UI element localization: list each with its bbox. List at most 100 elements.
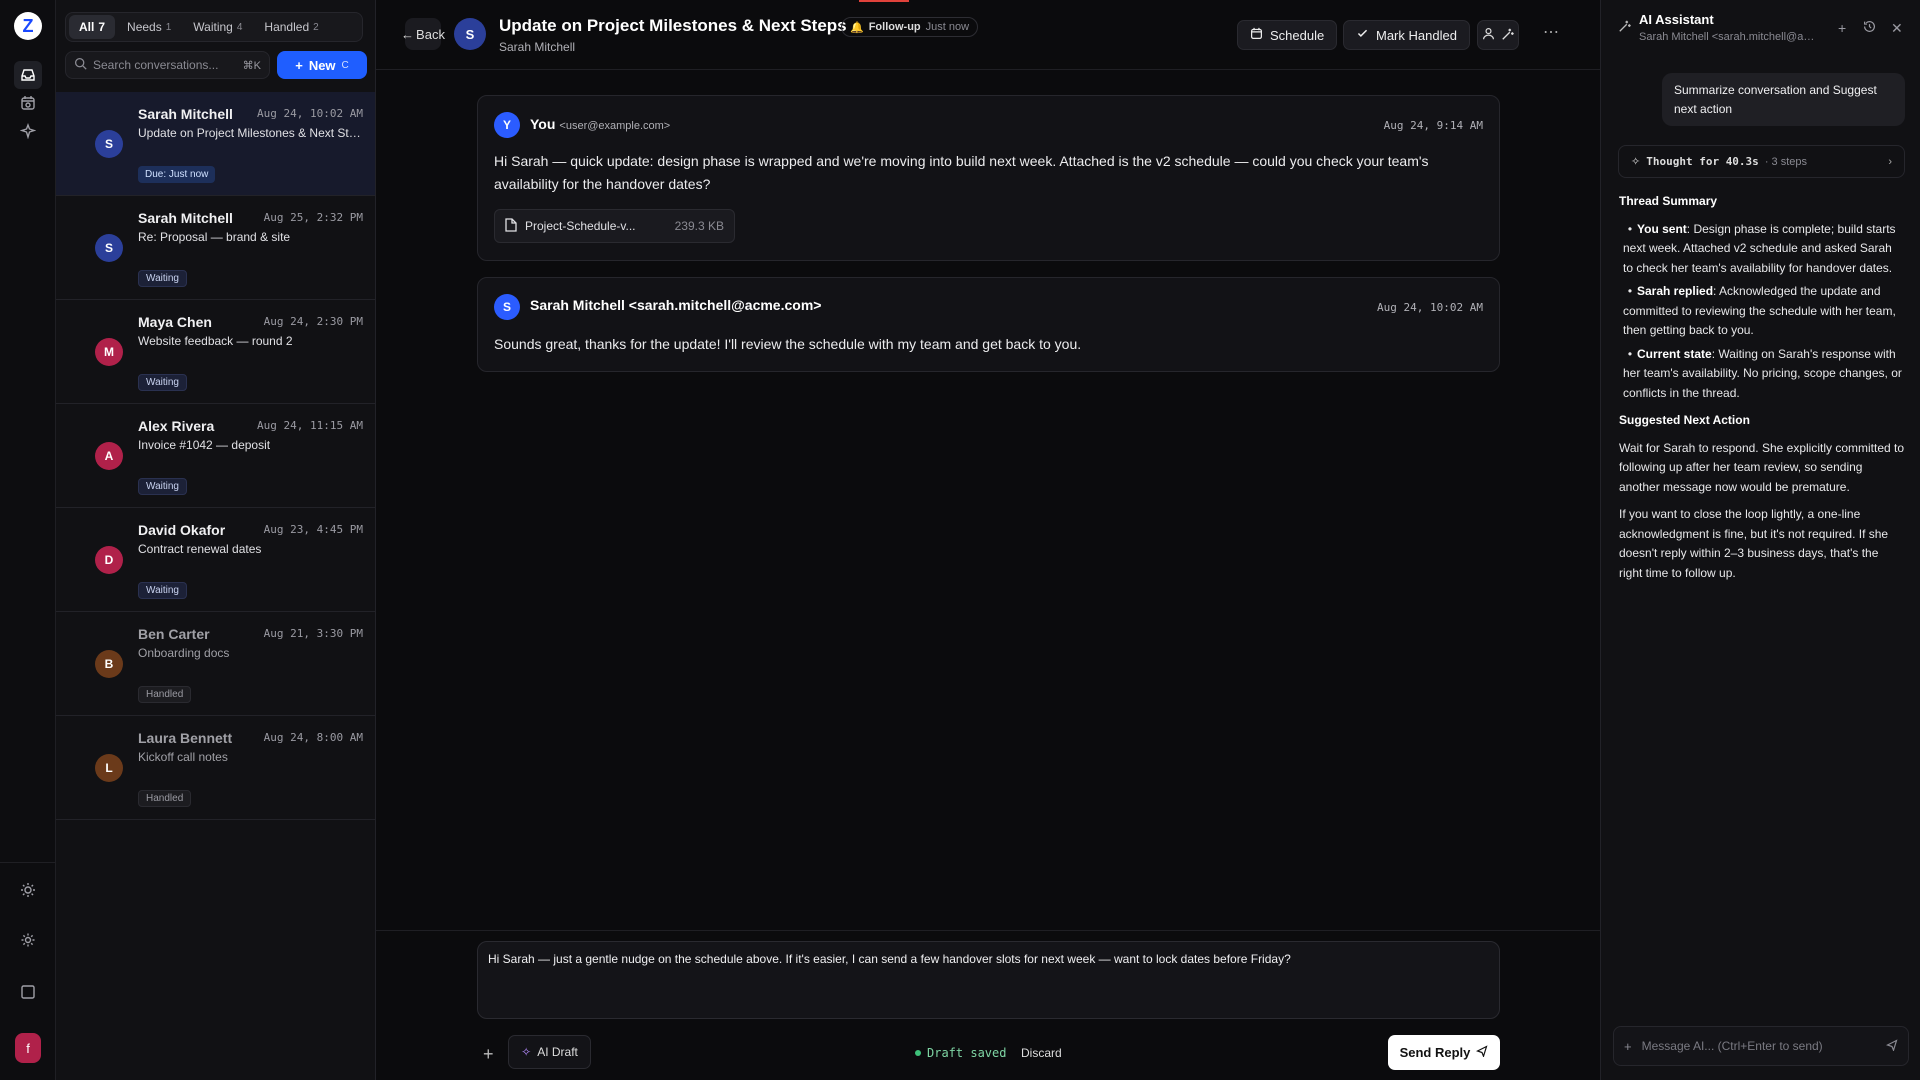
- sparkle-wand-icon: [1618, 19, 1632, 36]
- bullet-lead: Sarah replied: [1637, 284, 1714, 298]
- tab-label: All: [79, 20, 95, 34]
- conversation-item[interactable]: A Alex Rivera Aug 24, 11:15 AM Invoice #…: [56, 404, 375, 508]
- contact-avatar: A: [95, 442, 123, 470]
- conversation-item[interactable]: M Maya Chen Aug 24, 2:30 PM Website feed…: [56, 300, 375, 404]
- plus-icon[interactable]: +: [1624, 1039, 1632, 1054]
- inbox-icon[interactable]: [14, 61, 42, 89]
- settings-gear-icon[interactable]: [14, 926, 42, 954]
- conversation-date: Aug 24, 8:00 AM: [263, 731, 363, 744]
- thought-duration: Thought for 40.3s: [1646, 155, 1759, 168]
- conversation-date: Aug 24, 11:15 AM: [257, 419, 363, 432]
- conversation-date: Aug 24, 10:02 AM: [257, 107, 363, 120]
- check-icon: [1356, 27, 1369, 43]
- conversation-subject: Re: Proposal — brand & site: [138, 230, 291, 244]
- bullet-lead: You sent: [1637, 221, 1687, 236]
- next-action-paragraph: If you want to close the loop lightly, a…: [1619, 507, 1889, 580]
- schedule-button[interactable]: Schedule: [1237, 20, 1338, 50]
- conversation-item[interactable]: S Sarah Mitchell Aug 24, 10:02 AM Update…: [56, 92, 375, 196]
- tab-count: 2: [313, 21, 319, 33]
- conversation-item[interactable]: S Sarah Mitchell Aug 25, 2:32 PM Re: Pro…: [56, 196, 375, 300]
- assign-ai-buttons[interactable]: [1477, 20, 1519, 50]
- user-query-bubble: Summarize conversation and Suggest next …: [1662, 73, 1905, 126]
- conversation-subject: Kickoff call notes: [138, 750, 228, 764]
- tab-all[interactable]: All 7: [69, 15, 116, 39]
- conversation-list-pane: All7 Needs1 Waiting4 Handled2 ⌘K + New C…: [56, 0, 376, 1080]
- followup-time: Just now: [925, 21, 970, 33]
- summary-list: • You sent: Design phase is complete; bui…: [1619, 220, 1904, 404]
- calendar-clock-icon[interactable]: [14, 89, 42, 117]
- more-options-icon[interactable]: ⋯: [1543, 22, 1560, 42]
- plus-icon: +: [295, 57, 303, 73]
- thread-contact-name: Sarah Mitchell: [499, 40, 576, 54]
- app-window: Z f All 7 Needs 1 Waiting 4 Handled 2 Se…: [0, 0, 1920, 1080]
- tab-handled[interactable]: Handled 2: [254, 15, 328, 39]
- bell-icon: 🔔: [850, 21, 864, 34]
- close-icon[interactable]: ✕: [1891, 20, 1903, 37]
- back-button[interactable]: ← Back: [401, 18, 445, 50]
- ai-assistant-panel: AI Assistant Sarah Mitchell <sarah.mitch…: [1600, 0, 1920, 1080]
- new-conversation-button[interactable]: + New C: [277, 51, 367, 79]
- mark-handled-label: Mark Handled: [1376, 27, 1457, 43]
- send-icon[interactable]: [1885, 1038, 1898, 1054]
- status-badge: Due: Just now: [138, 166, 216, 183]
- arrow-left-icon: ←: [401, 26, 415, 42]
- contact-avatar: M: [95, 338, 123, 366]
- conversation-subject: Contract renewal dates: [138, 542, 262, 556]
- attachment-name: Project-Schedule-v...: [525, 219, 636, 233]
- sender-address: <user@example.com>: [559, 120, 671, 132]
- conversation-item[interactable]: D David Okafor Aug 23, 4:45 PM Contract …: [56, 508, 375, 612]
- attach-plus-icon[interactable]: +: [483, 1044, 494, 1065]
- tab-label: Waiting: [193, 20, 233, 34]
- panel-toggle-icon[interactable]: [14, 978, 42, 1006]
- back-label: Back: [416, 26, 445, 42]
- search-input[interactable]: [93, 58, 237, 72]
- tab-needs[interactable]: Needs 1: [117, 15, 181, 39]
- tab-waiting[interactable]: Waiting 4: [183, 15, 252, 39]
- tab-count: 4: [236, 21, 243, 33]
- attachment-chip[interactable]: Project-Schedule-v... 239.3 KB: [494, 209, 735, 243]
- summary-bullet: • Sarah replied: Acknowledged the update …: [1623, 284, 1896, 337]
- message-date: Aug 24, 10:02 AM: [1377, 301, 1483, 314]
- thought-steps: · 3 steps: [1764, 155, 1807, 168]
- sparkle-icon: ✧: [521, 1045, 532, 1059]
- conversation-date: Aug 25, 2:32 PM: [263, 211, 363, 224]
- conversation-date: Aug 24, 2:30 PM: [263, 315, 363, 328]
- send-reply-button[interactable]: Send Reply: [1388, 1035, 1500, 1070]
- conversation-date: Aug 21, 3:30 PM: [263, 627, 363, 640]
- sparkle-icon[interactable]: [14, 117, 42, 145]
- app-logo: Z: [14, 12, 42, 40]
- reply-textarea[interactable]: Hi Sarah — just a gentle nudge on the sc…: [477, 941, 1500, 1019]
- filter-tabs: All 7 Needs 1 Waiting 4 Handled 2: [65, 12, 363, 42]
- contact-name: Alex Rivera: [138, 418, 215, 434]
- theme-sun-icon[interactable]: [14, 876, 42, 904]
- conversation-item[interactable]: L Laura Bennett Aug 24, 8:00 AM Kickoff …: [56, 716, 375, 820]
- new-button-shortcut: C: [341, 59, 349, 71]
- ai-panel-title: AI Assistant: [1639, 12, 1714, 27]
- new-chat-plus-icon[interactable]: +: [1838, 20, 1846, 36]
- new-button-label: New: [308, 57, 336, 73]
- person-icon[interactable]: [1482, 27, 1495, 43]
- conversation-subject: Website feedback — round 2: [138, 334, 293, 348]
- followup-badge[interactable]: 🔔 Follow-up Just now: [841, 17, 979, 37]
- tab-label: Needs: [127, 20, 162, 34]
- sender-line: Sarah Mitchell <sarah.mitchell@acme.com>: [530, 297, 821, 313]
- ai-draft-button[interactable]: ✧ AI Draft: [508, 1035, 591, 1069]
- thought-summary-toggle[interactable]: ✧ Thought for 40.3s · 3 steps ›: [1618, 145, 1905, 178]
- history-icon[interactable]: [1863, 20, 1876, 36]
- followup-label: Follow-up: [868, 21, 921, 33]
- draft-saved-status: Draft saved: [915, 1046, 1006, 1060]
- contact-avatar: B: [95, 650, 123, 678]
- mark-handled-button[interactable]: Mark Handled: [1343, 20, 1470, 50]
- user-avatar[interactable]: f: [15, 1033, 41, 1063]
- status-badge: Handled: [138, 686, 192, 703]
- contact-name: Sarah Mitchell: [138, 210, 233, 226]
- draft-saved-label: Draft saved: [927, 1046, 1007, 1060]
- contact-avatar: S: [95, 130, 123, 158]
- sparkle-wand-icon[interactable]: [1501, 27, 1515, 44]
- sender-line: You <user@example.com>: [530, 116, 670, 132]
- ai-message-input[interactable]: [1641, 1039, 1876, 1053]
- file-icon: [505, 217, 517, 235]
- reply-composer: Hi Sarah — just a gentle nudge on the sc…: [376, 930, 1600, 1080]
- conversation-item[interactable]: B Ben Carter Aug 21, 3:30 PM Onboarding …: [56, 612, 375, 716]
- discard-button[interactable]: Discard: [1021, 1046, 1062, 1060]
